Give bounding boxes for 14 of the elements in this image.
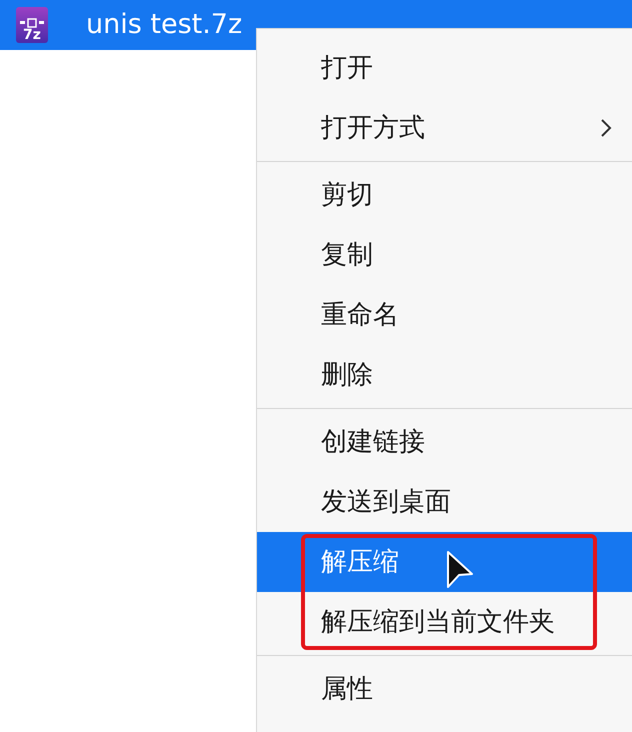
menu-item[interactable]: 属性: [257, 659, 632, 719]
archive-file-icon: 7z: [16, 7, 48, 43]
menu-item[interactable]: 解压缩: [257, 532, 632, 592]
menu-item[interactable]: 剪切: [257, 165, 632, 225]
file-name: unis test.7z: [86, 8, 242, 42]
menu-item[interactable]: 打开方式: [257, 98, 632, 158]
menu-item[interactable]: 复制: [257, 225, 632, 285]
menu-item[interactable]: 重命名: [257, 285, 632, 345]
menu-item[interactable]: 发送到桌面: [257, 472, 632, 532]
menu-item[interactable]: 创建链接: [257, 412, 632, 472]
menu-item[interactable]: 解压缩到当前文件夹: [257, 592, 632, 652]
cursor-icon: [445, 550, 475, 590]
chevron-right-icon: [600, 118, 612, 138]
menu-item[interactable]: 删除: [257, 345, 632, 405]
